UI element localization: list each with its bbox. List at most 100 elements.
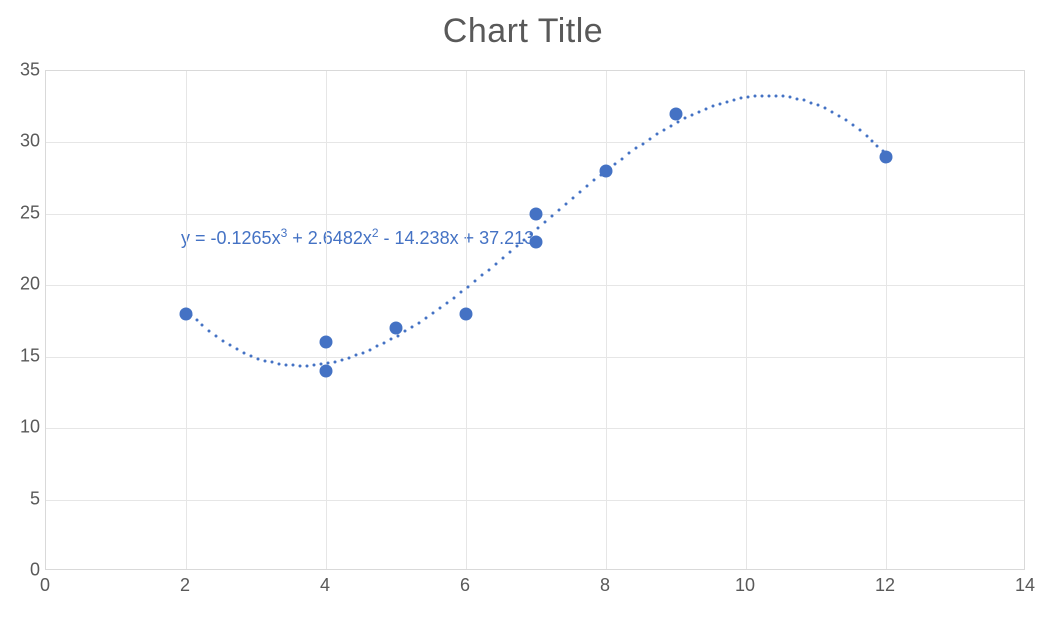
trendline-dot <box>627 152 630 155</box>
trendline-dot <box>851 123 854 126</box>
gridline-horizontal <box>46 142 1024 143</box>
trendline-dot <box>585 185 588 188</box>
gridline-horizontal <box>46 285 1024 286</box>
data-point[interactable] <box>530 236 543 249</box>
trendline-dot <box>190 313 193 316</box>
trendline-dot <box>235 348 238 351</box>
trendline-dot <box>221 339 224 342</box>
data-point[interactable] <box>390 322 403 335</box>
trendline-dot <box>354 354 357 357</box>
trendline-dot <box>466 285 469 288</box>
trendline-dot <box>200 323 203 326</box>
trendline-dot <box>725 100 728 103</box>
y-tick-label: 0 <box>0 560 40 581</box>
trendline-dot <box>760 94 763 97</box>
x-tick-label: 8 <box>600 575 610 596</box>
x-tick-label: 10 <box>735 575 755 596</box>
trendline-dot <box>445 301 448 304</box>
trendline-dot <box>319 363 322 366</box>
gridline-vertical <box>606 71 607 569</box>
data-point[interactable] <box>530 207 543 220</box>
trendline-dot <box>571 196 574 199</box>
x-tick-label: 14 <box>1015 575 1035 596</box>
trendline-dot <box>641 142 644 145</box>
trendline-dot <box>697 110 700 113</box>
trendline-dot <box>263 359 266 362</box>
trendline-dot <box>326 362 329 365</box>
eq-c2: + 2.6482x <box>287 228 372 248</box>
trendline-dot <box>249 354 252 357</box>
trendline-dot <box>333 360 336 363</box>
eq-c1: - 14.238x + 37.213 <box>379 228 535 248</box>
data-point[interactable] <box>320 365 333 378</box>
trendline-dot <box>361 351 364 354</box>
gridline-vertical <box>746 71 747 569</box>
trendline-dot <box>830 110 833 113</box>
trendline-dot <box>858 129 861 132</box>
trendline-dot <box>550 214 553 217</box>
trendline-dot <box>501 256 504 259</box>
trendline-dot <box>599 173 602 176</box>
data-point[interactable] <box>320 336 333 349</box>
plot-area[interactable]: y = -0.1265x3 + 2.6482x2 - 14.238x + 37.… <box>45 70 1025 570</box>
trendline-dot <box>277 362 280 365</box>
trendline-dot <box>214 334 217 337</box>
chart-title: Chart Title <box>0 12 1046 51</box>
trendline-dot <box>515 244 518 247</box>
gridline-vertical <box>886 71 887 569</box>
trendline-dot <box>543 220 546 223</box>
trendline-dot <box>396 334 399 337</box>
data-point[interactable] <box>670 107 683 120</box>
trendline-dot <box>375 345 378 348</box>
x-tick-label: 4 <box>320 575 330 596</box>
trendline-dot <box>837 114 840 117</box>
y-tick-label: 20 <box>0 274 40 295</box>
trendline-dot <box>774 94 777 97</box>
trendline-dot <box>613 162 616 165</box>
trendline-dot <box>284 363 287 366</box>
trendline-dot <box>871 140 874 143</box>
x-tick-label: 6 <box>460 575 470 596</box>
trendline-dot <box>578 190 581 193</box>
trendline-dot <box>312 364 315 367</box>
trendline-dot <box>690 113 693 116</box>
trendline-dot <box>459 291 462 294</box>
trendline-dot <box>802 99 805 102</box>
y-tick-label: 35 <box>0 60 40 81</box>
eq-sup2: 2 <box>372 226 379 240</box>
trendline-dot <box>389 338 392 341</box>
trendline-dot <box>368 348 371 351</box>
trendline-dot <box>256 357 259 360</box>
trendline-dot <box>718 102 721 105</box>
trendline-dot <box>557 208 560 211</box>
trendline-dot <box>809 101 812 104</box>
trendline-dot <box>228 344 231 347</box>
trendline-dot <box>508 250 511 253</box>
trendline-dot <box>781 95 784 98</box>
trendline-dot <box>424 316 427 319</box>
chart-container: Chart Title y = -0.1265x3 + 2.6482x2 - 1… <box>0 0 1046 621</box>
trendline-dot <box>529 232 532 235</box>
trendline-dot <box>704 107 707 110</box>
trendline-dot <box>564 202 567 205</box>
x-tick-label: 2 <box>180 575 190 596</box>
trendline-dot <box>403 330 406 333</box>
trendline-dot <box>410 326 413 329</box>
y-tick-label: 15 <box>0 345 40 366</box>
trendline-equation: y = -0.1265x3 + 2.6482x2 - 14.238x + 37.… <box>181 226 534 249</box>
trendline-dot <box>669 124 672 127</box>
trendline-dot <box>767 94 770 97</box>
trendline-dot <box>185 308 188 311</box>
trendline-dot <box>207 329 210 332</box>
gridline-horizontal <box>46 357 1024 358</box>
y-tick-label: 5 <box>0 488 40 509</box>
trendline-dot <box>438 307 441 310</box>
trendline-dot <box>452 296 455 299</box>
trendline-dot <box>195 318 198 321</box>
trendline-dot <box>270 361 273 364</box>
data-point[interactable] <box>460 307 473 320</box>
eq-c3: -0.1265x <box>211 228 281 248</box>
trendline-dot <box>816 104 819 107</box>
y-tick-label: 10 <box>0 417 40 438</box>
trendline-dot <box>494 262 497 265</box>
